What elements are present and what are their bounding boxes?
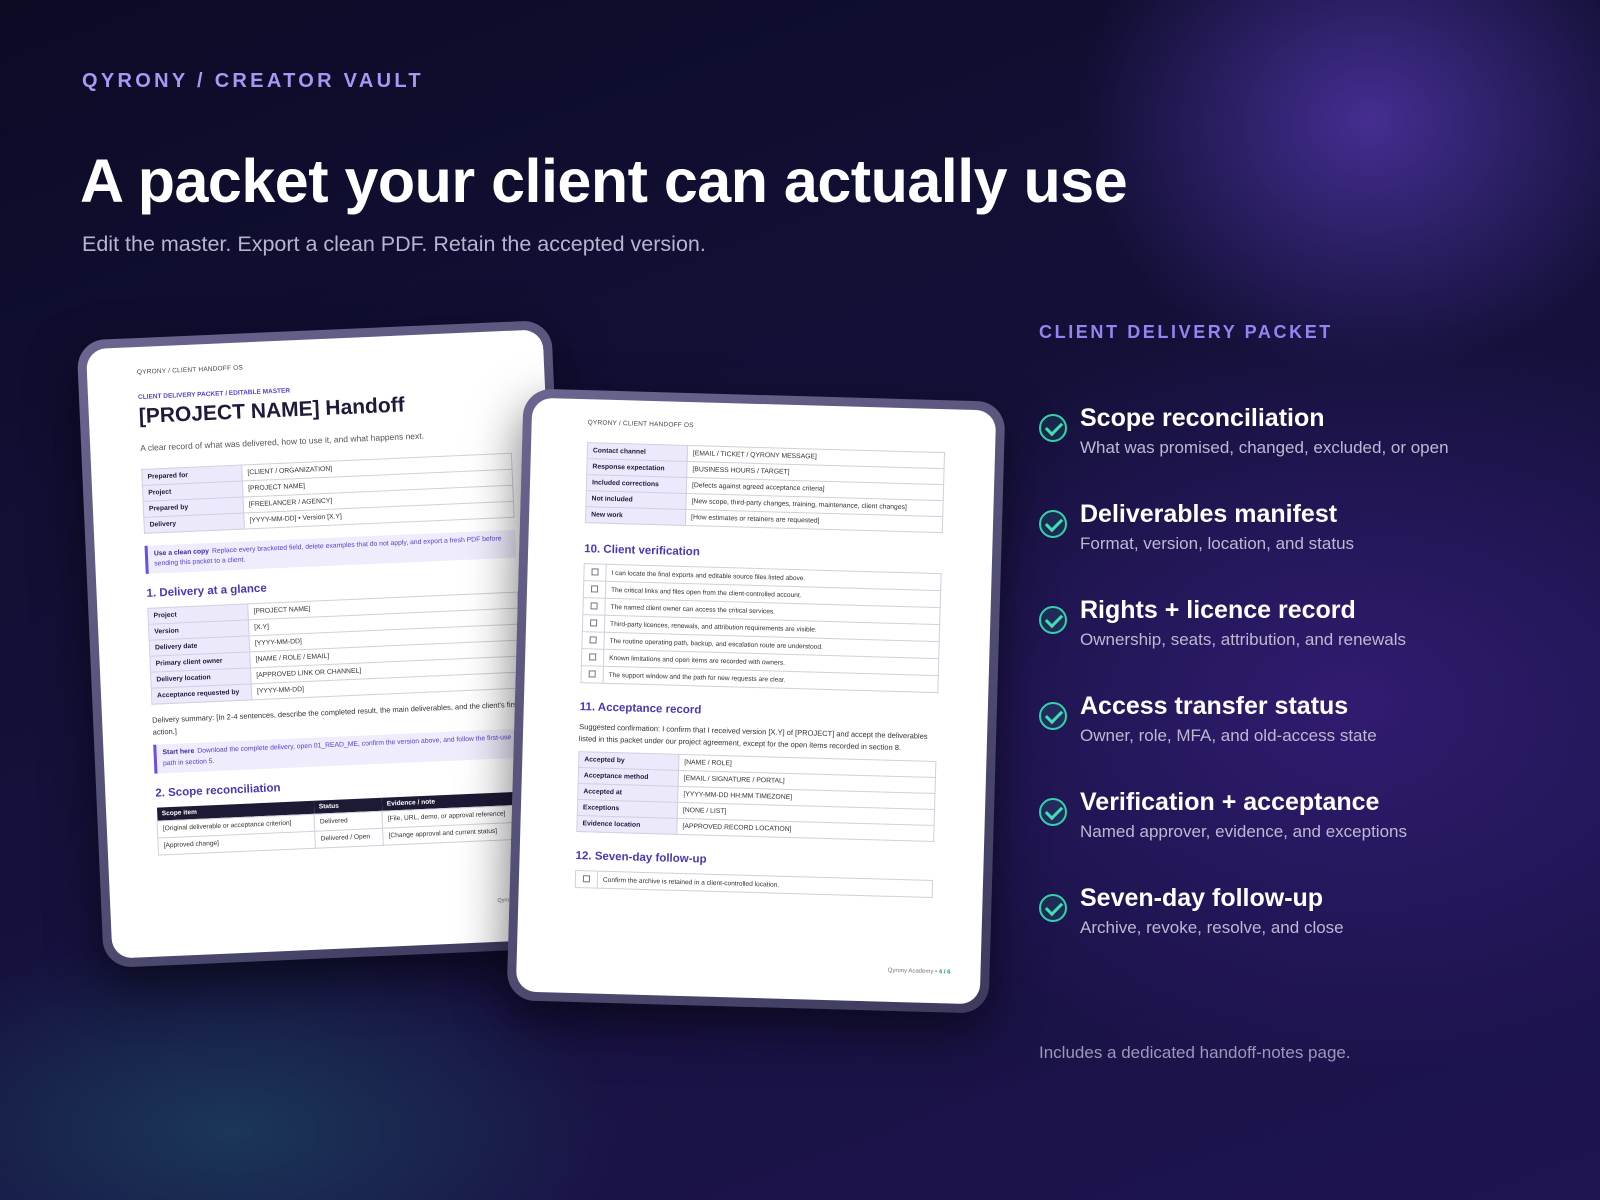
check-circle-icon bbox=[1039, 606, 1067, 634]
feature-item: Rights + licence record Ownership, seats… bbox=[1039, 594, 1559, 690]
checkbox-icon bbox=[589, 635, 597, 644]
checklist-row: Confirm the archive is retained in a cli… bbox=[575, 870, 933, 898]
doc-followup-checklist: Confirm the archive is retained in a cli… bbox=[575, 870, 933, 898]
feature-item: Access transfer status Owner, role, MFA,… bbox=[1039, 690, 1559, 786]
page-headline: A packet your client can actually use bbox=[80, 147, 1128, 215]
doc-breadcrumb: QYRONY / CLIENT HANDOFF OS bbox=[136, 364, 244, 377]
feature-title: Scope reconciliation bbox=[1080, 404, 1325, 432]
feature-description: Format, version, location, and status bbox=[1080, 534, 1355, 553]
doc-glance-table: Project [PROJECT NAME] Version [X.Y] Deliv… bbox=[147, 592, 522, 705]
checkbox-icon bbox=[589, 652, 597, 661]
page-subhead: Edit the master. Export a clean PDF. Ret… bbox=[82, 232, 706, 256]
doc-acceptance-table: Accepted by [NAME / ROLE] Acceptance meth… bbox=[576, 751, 936, 842]
doc-verification-checklist: I can locate the final exports and edita… bbox=[580, 563, 942, 693]
feature-description: Archive, revoke, resolve, and close bbox=[1080, 918, 1344, 937]
feature-title: Verification + acceptance bbox=[1080, 788, 1380, 816]
check-circle-icon bbox=[1039, 894, 1067, 922]
tablet-preview-master: QYRONY / CLIENT HANDOFF OS CLIENT DELIVE… bbox=[76, 319, 579, 969]
feature-list: Scope reconciliation What was promised, … bbox=[1039, 402, 1559, 978]
checkbox-icon bbox=[590, 601, 598, 610]
tablet-preview-pdf: QYRONY / CLIENT HANDOFF OS Contact chann… bbox=[506, 388, 1006, 1014]
feature-item: Seven-day follow-up Archive, revoke, res… bbox=[1039, 882, 1559, 978]
feature-description: What was promised, changed, excluded, or… bbox=[1080, 438, 1449, 457]
check-circle-icon bbox=[1039, 798, 1067, 826]
feature-item: Scope reconciliation What was promised, … bbox=[1039, 402, 1559, 498]
checkbox-icon bbox=[591, 567, 599, 576]
doc-description: A clear record of what was delivered, ho… bbox=[140, 430, 425, 453]
checkbox-icon bbox=[590, 584, 599, 593]
closing-note: Includes a dedicated handoff-notes page. bbox=[1039, 1043, 1351, 1062]
doc-support-table: Contact channel [EMAIL / TICKET / QYRONY … bbox=[585, 442, 945, 533]
checkbox-icon bbox=[588, 669, 596, 678]
doc-footer: Qyrony Academy • 4 / 6 bbox=[887, 967, 951, 976]
checkbox-icon bbox=[582, 874, 591, 882]
doc-section-heading: 11. Acceptance record bbox=[579, 701, 702, 717]
doc-section-heading: 10. Client verification bbox=[584, 543, 700, 559]
document-page-1: QYRONY / CLIENT HANDOFF OS CLIENT DELIVE… bbox=[85, 329, 570, 959]
feature-description: Named approver, evidence, and exceptions bbox=[1080, 822, 1407, 841]
feature-item: Deliverables manifest Format, version, l… bbox=[1039, 498, 1559, 594]
check-circle-icon bbox=[1039, 510, 1067, 538]
document-page-4: QYRONY / CLIENT HANDOFF OS Contact chann… bbox=[515, 397, 997, 1005]
feature-title: Seven-day follow-up bbox=[1080, 884, 1324, 912]
doc-section-heading: 12. Seven-day follow-up bbox=[575, 850, 707, 866]
doc-breadcrumb: QYRONY / CLIENT HANDOFF OS bbox=[587, 419, 694, 430]
checkbox-icon bbox=[590, 618, 598, 627]
feature-description: Owner, role, MFA, and old-access state bbox=[1080, 726, 1377, 745]
check-circle-icon bbox=[1039, 414, 1067, 442]
doc-scope-table: Scope item Status Evidence / note [Origina… bbox=[156, 791, 529, 855]
brand-eyebrow: QYRONY / CREATOR VAULT bbox=[82, 70, 424, 92]
feature-title: Access transfer status bbox=[1080, 692, 1349, 720]
feature-title: Deliverables manifest bbox=[1080, 500, 1338, 528]
feature-description: Ownership, seats, attribution, and renew… bbox=[1080, 630, 1407, 649]
check-circle-icon bbox=[1039, 702, 1067, 730]
doc-confirmation: Suggested confirmation: I confirm that I… bbox=[578, 722, 928, 753]
doc-meta-table: Prepared for [CLIENT / ORGANIZATION] Proj… bbox=[141, 453, 515, 534]
panel-title: CLIENT DELIVERY PACKET bbox=[1039, 322, 1333, 342]
feature-item: Verification + acceptance Named approver… bbox=[1039, 786, 1559, 882]
doc-callout-clean-copy: Use a clean copy Replace every bracketed … bbox=[144, 529, 517, 575]
page-number: 4 / 6 bbox=[938, 969, 951, 976]
feature-title: Rights + licence record bbox=[1080, 596, 1356, 624]
